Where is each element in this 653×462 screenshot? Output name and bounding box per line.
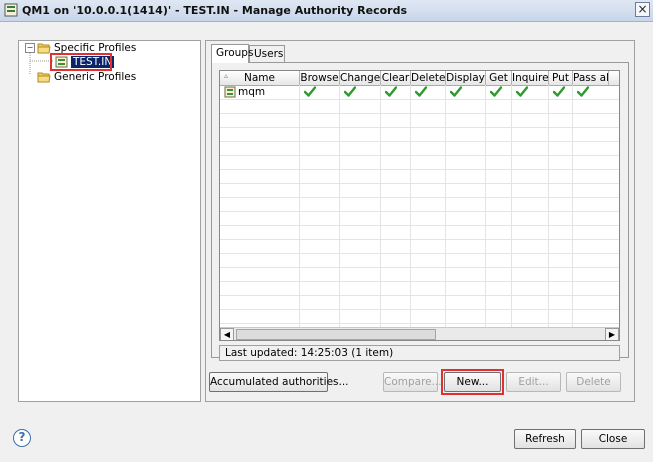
group-icon: [224, 86, 236, 98]
column-header[interactable]: Delete: [411, 71, 446, 85]
tree-item-label: Generic Profiles: [54, 71, 137, 83]
row-gridline: [220, 239, 619, 240]
highlight-new-button: [441, 369, 504, 395]
row-gridline: [220, 169, 619, 170]
check-icon: [516, 86, 528, 97]
column-gridline: [485, 85, 486, 327]
row-gridline: [220, 127, 619, 128]
row-gridline: [220, 197, 619, 198]
column-header[interactable]: Pass al: [573, 71, 609, 85]
column-gridline: [572, 85, 573, 327]
tree-item-generic-profiles[interactable]: Generic Profiles: [54, 71, 136, 85]
window-close-button[interactable]: ×: [635, 2, 650, 17]
column-gridline: [548, 85, 549, 327]
check-icon: [304, 86, 316, 97]
row-gridline: [220, 281, 619, 282]
window-title: QM1 on '10.0.0.1(1414)' - TEST.IN - Mana…: [22, 4, 407, 17]
row-gridline: [220, 295, 619, 296]
collapse-toggle-icon[interactable]: −: [25, 43, 35, 53]
app-icon: [4, 3, 18, 17]
column-header[interactable]: Name: [220, 71, 300, 85]
check-icon: [577, 86, 589, 97]
authority-table[interactable]: Name Browse Change Clear Delete Display Get Inq…: [219, 70, 620, 341]
column-header[interactable]: Put: [549, 71, 573, 85]
refresh-button[interactable]: Refresh: [514, 429, 576, 449]
scroll-thumb[interactable]: [236, 329, 436, 340]
help-icon[interactable]: ?: [13, 429, 31, 447]
row-gridline: [220, 309, 619, 310]
row-gridline: [220, 141, 619, 142]
compare-button[interactable]: Compare...: [383, 372, 442, 392]
row-gridline: [220, 155, 619, 156]
row-gridline: [220, 183, 619, 184]
groups-tab-content: Name Browse Change Clear Delete Display Get Inq…: [211, 62, 629, 361]
title-bar: QM1 on '10.0.0.1(1414)' - TEST.IN - Mana…: [0, 0, 653, 22]
column-header[interactable]: Display: [446, 71, 486, 85]
status-bar: Last updated: 14:25:03 (1 item): [219, 345, 620, 361]
row-gridline: [220, 253, 619, 254]
check-icon: [415, 86, 427, 97]
column-header[interactable]: Inquire: [512, 71, 549, 85]
check-icon: [385, 86, 397, 97]
row-gridline: [220, 225, 619, 226]
column-gridline: [299, 85, 300, 327]
table-row[interactable]: mqm: [220, 85, 619, 99]
accumulated-authorities-button[interactable]: Accumulated authorities...: [209, 372, 349, 392]
check-icon: [450, 86, 462, 97]
folder-open-icon: [37, 72, 51, 83]
highlight-test-in: [50, 53, 112, 71]
sort-indicator-icon: ▵: [224, 71, 229, 80]
authority-panel: Groups Users Name Browse Change Clear Delete…: [205, 40, 635, 402]
column-gridline: [410, 85, 411, 327]
scroll-left-icon[interactable]: ◀: [220, 328, 234, 340]
row-gridline: [220, 113, 619, 114]
scroll-right-icon[interactable]: ▶: [605, 328, 619, 340]
column-gridline: [380, 85, 381, 327]
table-header: Name Browse Change Clear Delete Display Get Inq…: [220, 71, 619, 86]
check-icon: [344, 86, 356, 97]
column-gridline: [445, 85, 446, 327]
row-gridline: [220, 323, 619, 324]
tab-users[interactable]: Users: [249, 45, 285, 62]
row-gridline: [220, 99, 619, 100]
edit-button[interactable]: Edit...: [506, 372, 561, 392]
profile-tree: − Specific Profiles TEST.IN Generic Prof…: [18, 40, 201, 402]
column-gridline: [511, 85, 512, 327]
column-header[interactable]: Get: [486, 71, 512, 85]
check-icon: [490, 86, 502, 97]
column-header[interactable]: Clear: [381, 71, 411, 85]
tab-groups[interactable]: Groups: [211, 44, 253, 63]
close-button[interactable]: Close: [581, 429, 645, 449]
row-name: mqm: [238, 86, 266, 98]
column-header[interactable]: Change: [340, 71, 381, 85]
horizontal-scrollbar[interactable]: ◀ ▶: [220, 327, 619, 340]
column-header[interactable]: Browse: [300, 71, 340, 85]
column-gridline: [339, 85, 340, 327]
delete-button[interactable]: Delete: [566, 372, 621, 392]
row-gridline: [220, 211, 619, 212]
check-icon: [553, 86, 565, 97]
row-gridline: [220, 267, 619, 268]
